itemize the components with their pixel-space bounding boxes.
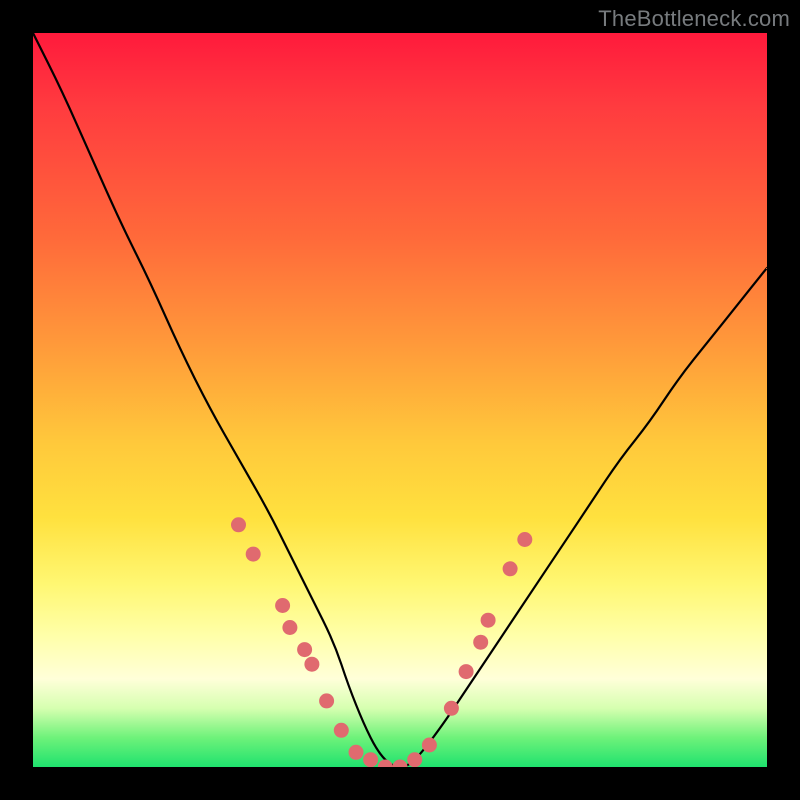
highlight-dot (282, 620, 297, 635)
bottleneck-curve (33, 33, 767, 767)
highlight-dot (349, 745, 364, 760)
chart-frame: TheBottleneck.com (0, 0, 800, 800)
highlight-dot (503, 561, 518, 576)
highlight-dot (473, 635, 488, 650)
highlight-dot (363, 752, 378, 767)
highlight-dot (304, 657, 319, 672)
highlight-dot (393, 760, 408, 768)
highlight-dot (319, 693, 334, 708)
highlight-dot (422, 738, 437, 753)
highlight-dot (481, 613, 496, 628)
highlight-dot (407, 752, 422, 767)
highlight-dot (275, 598, 290, 613)
highlight-dot (231, 517, 246, 532)
highlight-dot (459, 664, 474, 679)
highlight-dot (378, 760, 393, 768)
highlight-dots (231, 517, 532, 767)
highlight-dot (334, 723, 349, 738)
plot-area (33, 33, 767, 767)
curve-svg (33, 33, 767, 767)
watermark-text: TheBottleneck.com (598, 6, 790, 32)
highlight-dot (246, 547, 261, 562)
highlight-dot (297, 642, 312, 657)
highlight-dot (517, 532, 532, 547)
highlight-dot (444, 701, 459, 716)
